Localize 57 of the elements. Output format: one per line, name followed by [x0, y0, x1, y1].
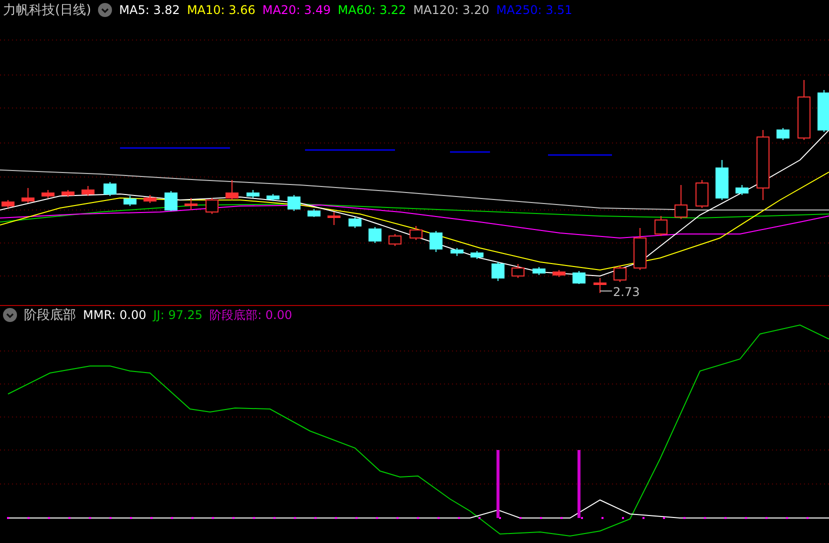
indicator-value: MA120: 3.20: [413, 3, 490, 17]
chevron-down-icon[interactable]: [3, 308, 17, 322]
candlestick: [184, 198, 198, 210]
candlestick: [674, 184, 688, 220]
indicator-value: 阶段底部: 0.00: [210, 306, 292, 324]
candlestick: [288, 194, 300, 212]
indicator-value: MA250: 3.51: [496, 3, 572, 17]
chart-title: 阶段底部: [24, 307, 76, 324]
indicator-value: MA20: 3.49: [262, 3, 331, 17]
candlestick: [696, 180, 708, 208]
low-price-label: 2.73: [613, 285, 640, 299]
candlestick: [246, 190, 260, 198]
indicator-value: MA10: 3.66: [186, 3, 256, 17]
candlestick: [124, 196, 136, 206]
candlestick: [22, 188, 34, 204]
candlestick: [818, 90, 829, 132]
candlestick: [654, 216, 668, 236]
chart-title: 力帆科技(日线): [3, 2, 92, 19]
candlestick: [492, 262, 504, 282]
candlestick: [164, 190, 178, 212]
candlestick: [798, 80, 810, 140]
candlestick: [206, 198, 218, 214]
candlestick: [450, 248, 464, 256]
candlestick: [348, 216, 362, 228]
chevron-down-icon[interactable]: [98, 3, 112, 17]
candlestick: [634, 228, 646, 270]
candlestick: [328, 212, 340, 226]
candlestick: [716, 160, 728, 200]
candlestick: [368, 226, 382, 244]
signal-bar: [496, 450, 500, 518]
candlestick: [614, 266, 626, 282]
candlestick: [470, 250, 484, 260]
candlestick: [736, 184, 748, 196]
candlestick: [388, 234, 402, 246]
candlestick: [532, 266, 546, 276]
candlestick: [62, 190, 74, 198]
candlestick: [2, 200, 14, 208]
candlestick: [776, 128, 790, 140]
indicator-value: MMR: 0.00: [83, 308, 146, 322]
candlestick: [104, 182, 116, 196]
candlestick: [512, 264, 524, 278]
candlestick: [226, 180, 238, 200]
indicator-value: JJ: 97.25: [153, 308, 203, 322]
candlestick: [144, 194, 156, 204]
candlestick: [410, 226, 422, 240]
candlestick: [82, 186, 94, 196]
candlestick: [42, 190, 54, 198]
candlestick: [266, 194, 280, 202]
indicator-value: MA5: 3.82: [119, 3, 180, 17]
signal-bar: [578, 450, 580, 518]
candlestick: [756, 130, 770, 200]
candlestick: [308, 208, 320, 218]
candlestick: [594, 278, 606, 294]
candlestick: [430, 230, 442, 252]
candlestick: [572, 270, 586, 284]
indicator-value: MA60: 3.22: [338, 3, 406, 17]
candlestick: [552, 270, 566, 278]
